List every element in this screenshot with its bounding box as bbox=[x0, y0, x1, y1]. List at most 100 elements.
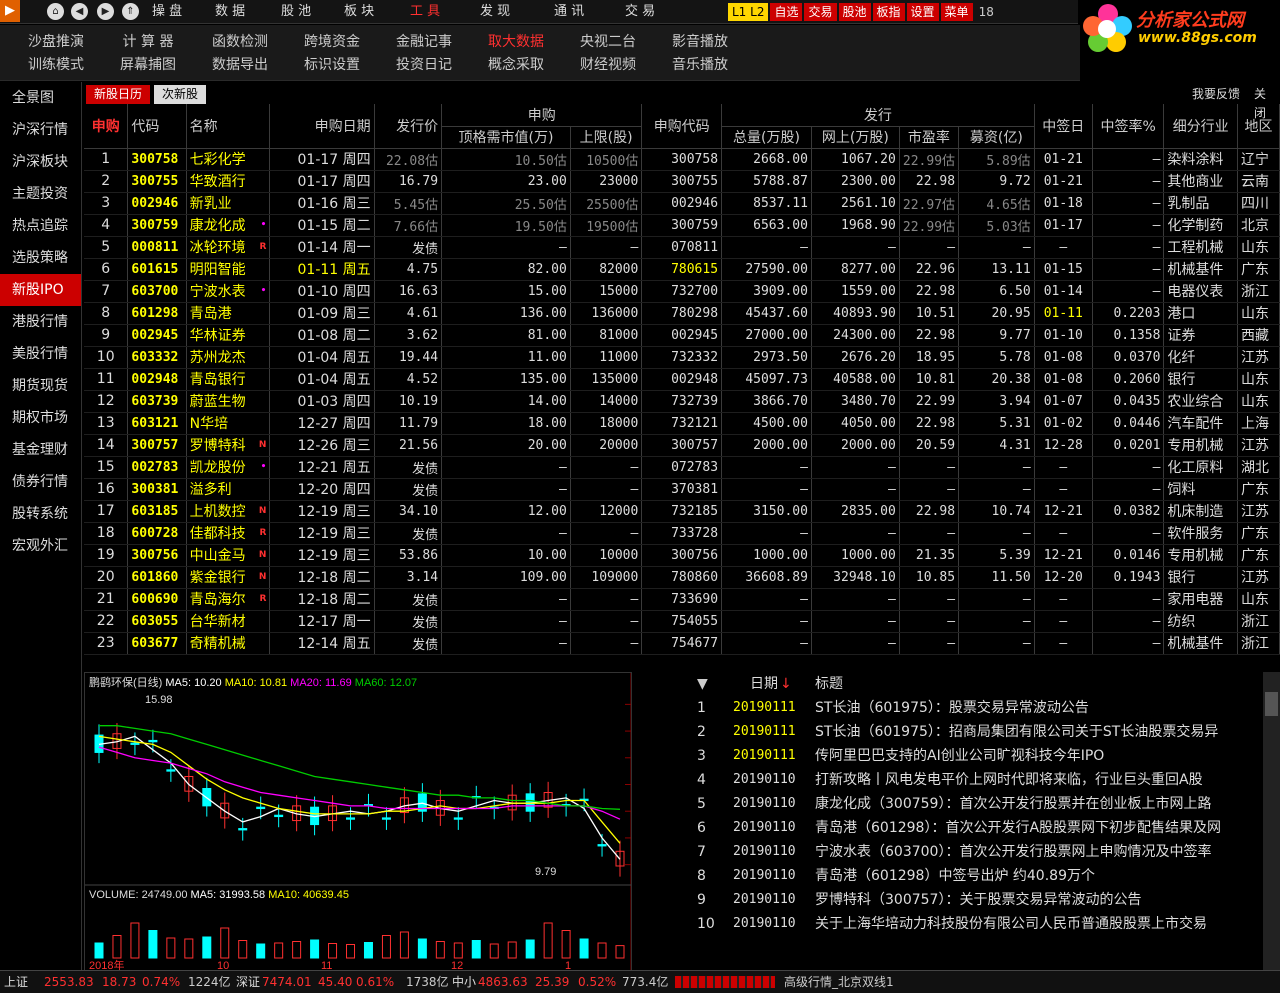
col-name[interactable]: 名称 bbox=[186, 104, 271, 149]
back-icon[interactable]: ◀ bbox=[71, 3, 88, 20]
dropdown-icon[interactable]: ▼ bbox=[697, 672, 708, 696]
table-row[interactable]: 10 603332 苏州龙杰 01-04 周五 19.44 11.00 11000 73233… bbox=[84, 346, 1280, 369]
table-row[interactable]: 13 603121 N华培 12-27 周四 11.79 18.00 18000 732121… bbox=[84, 412, 1280, 435]
tab-watchlist[interactable]: 自选 bbox=[770, 3, 803, 21]
table-row[interactable]: 14 300757 罗博特科 N 12-26 周三 21.56 20.00 20000 3007… bbox=[84, 434, 1280, 457]
tab-stock-pool[interactable]: 股池 bbox=[838, 3, 871, 21]
sort-down-icon[interactable]: ↓ bbox=[780, 672, 792, 696]
sidebar-item-bonds[interactable]: 债券行情 bbox=[0, 466, 81, 498]
menu-discover[interactable]: 发 现 bbox=[480, 0, 510, 24]
scrollbar-thumb[interactable] bbox=[1265, 692, 1278, 716]
news-item[interactable]: 8 20190110 青岛港（601298）中签号出炉 约40.89万个 bbox=[683, 864, 1263, 888]
sidebar-item-neeq[interactable]: 股转系统 bbox=[0, 498, 81, 530]
table-row[interactable]: 16 300381 溢多利 12-20 周四 发债 – –370381– – – – – – 饲料 广东 bbox=[84, 478, 1280, 501]
tool-fetch-data[interactable]: 取大数据 bbox=[476, 31, 556, 54]
news-item[interactable]: 3 20190111 传阿里巴巴支持的AI创业公司旷视科技今年IPO bbox=[683, 744, 1263, 768]
news-col-date[interactable]: 日期 bbox=[750, 672, 778, 696]
feed-label[interactable]: 高级行情_北京双线1 bbox=[784, 971, 894, 993]
sidebar-item-hk[interactable]: 港股行情 bbox=[0, 306, 81, 338]
menu-trading[interactable]: 交 易 bbox=[625, 0, 655, 24]
tool-function-test[interactable]: 函数检测 bbox=[200, 31, 280, 54]
tab-ipo-calendar[interactable]: 新股日历 bbox=[86, 85, 151, 104]
table-row[interactable]: 21 600690 青岛海尔 R 12-18 周二 发债 – –733690– – – – – – 家用电… bbox=[84, 588, 1280, 611]
col-subscribe[interactable]: 申购 bbox=[84, 104, 129, 149]
news-title[interactable]: 关于上海华培动力科技股份有限公司人民币普通股股票上市交易 bbox=[815, 912, 1207, 936]
tab-settings[interactable]: 设置 bbox=[906, 3, 939, 21]
menu-sector[interactable]: 板 块 bbox=[344, 0, 374, 24]
sidebar-item-macro-fx[interactable]: 宏观外汇 bbox=[0, 530, 81, 562]
table-row[interactable]: 20 601860 紫金银行 N 12-18 周二 3.14 109.00 109000 780… bbox=[84, 566, 1280, 589]
col-region[interactable]: 地区 bbox=[1237, 104, 1280, 149]
table-row[interactable]: 7 603700 宁波水表 • 01-10 周四 16.63 15.00 15000 73270… bbox=[84, 280, 1280, 303]
up-icon[interactable]: ⇑ bbox=[122, 3, 139, 20]
tab-l1-l2[interactable]: L1 L2 bbox=[728, 3, 769, 21]
news-item[interactable]: 5 20190110 康龙化成（300759）：首次公开发行股票并在创业板上市网上路 bbox=[683, 792, 1263, 816]
col-pe[interactable]: 市盈率 bbox=[899, 126, 960, 149]
table-row[interactable]: 6 601615 明阳智能 01-11 周五 4.75 82.00 82000 780615 2… bbox=[84, 258, 1280, 281]
col-price[interactable]: 发行价 bbox=[374, 104, 443, 149]
news-item[interactable]: 2 20190111 ST长油（601975）：招商局集团有限公司关于ST长油股票交… bbox=[683, 720, 1263, 744]
tool-mark-settings[interactable]: 标识设置 bbox=[292, 54, 372, 77]
table-row[interactable]: 12 603739 蔚蓝生物 01-03 周四 10.19 14.00 14000 73273… bbox=[84, 390, 1280, 413]
tool-screenshot[interactable]: 屏幕捕图 bbox=[108, 54, 188, 77]
col-industry[interactable]: 细分行业 bbox=[1163, 104, 1238, 149]
menu-stock-pool[interactable]: 股 池 bbox=[281, 0, 311, 24]
news-item[interactable]: 4 20190110 打新攻略丨风电发电平价上网时代即将来临，行业巨头重回A股 bbox=[683, 768, 1263, 792]
col-limit[interactable]: 上限(股) bbox=[570, 126, 643, 149]
table-row[interactable]: 22 603055 台华新材 12-17 周一 发债 – –754055– – – – – – 纺织 浙江 bbox=[84, 610, 1280, 633]
table-row[interactable]: 1 300758 七彩化学 01-17 周四 22.08估 10.50估 10500估 300… bbox=[84, 148, 1280, 171]
tool-cross-border[interactable]: 跨境资金 bbox=[292, 31, 372, 54]
close-link[interactable]: 关闭 bbox=[1246, 85, 1280, 120]
table-row[interactable]: 23 603677 奇精机械 12-14 周五 发债 – –754677– – – – – – 机械基件… bbox=[84, 632, 1280, 655]
sh-label[interactable]: 上证 bbox=[4, 971, 28, 993]
sidebar-item-theme[interactable]: 主题投资 bbox=[0, 178, 81, 210]
menu-tools[interactable]: 工 具 bbox=[410, 0, 440, 24]
table-row[interactable]: 4 300759 康龙化成 • 01-15 周二 7.66估 19.50估 19500估 300… bbox=[84, 214, 1280, 237]
col-online[interactable]: 网上(万股) bbox=[811, 126, 900, 149]
sidebar-item-overview[interactable]: 全景图 bbox=[0, 82, 81, 114]
sidebar-item-hs-quotes[interactable]: 沪深行情 bbox=[0, 114, 81, 146]
news-item[interactable]: 9 20190110 罗博特科（300757）：关于股票交易异常波动的公告 bbox=[683, 888, 1263, 912]
home-icon[interactable]: ⌂ bbox=[47, 3, 64, 20]
news-title[interactable]: 罗博特科（300757）：关于股票交易异常波动的公告 bbox=[815, 888, 1141, 912]
col-date[interactable]: 申购日期 bbox=[269, 104, 375, 149]
sidebar-item-futures[interactable]: 期货现货 bbox=[0, 370, 81, 402]
sidebar-item-hotspot[interactable]: 热点追踪 bbox=[0, 210, 81, 242]
table-row[interactable]: 9 002945 华林证券 01-08 周二 3.62 81.00 81000 002945 2… bbox=[84, 324, 1280, 347]
forward-icon[interactable]: ▶ bbox=[97, 3, 114, 20]
sidebar-item-strategy[interactable]: 选股策略 bbox=[0, 242, 81, 274]
sz-label[interactable]: 深证 bbox=[236, 971, 260, 993]
tool-music-play[interactable]: 音乐播放 bbox=[660, 54, 740, 77]
sidebar-item-funds[interactable]: 基金理财 bbox=[0, 434, 81, 466]
menu-data[interactable]: 数 据 bbox=[215, 0, 245, 24]
news-title[interactable]: 青岛港（601298）：首次公开发行A股股票网下初步配售结果及网 bbox=[815, 816, 1221, 840]
col-market-cap-needed[interactable]: 顶格需市值(万) bbox=[441, 126, 571, 149]
table-row[interactable]: 3 002946 新乳业 01-16 周三 5.45估 25.50估 25500估 00294… bbox=[84, 192, 1280, 215]
news-title[interactable]: 青岛港（601298）中签号出炉 约40.89万个 bbox=[815, 864, 1095, 888]
menu-communication[interactable]: 通 讯 bbox=[554, 0, 584, 24]
col-code[interactable]: 代码 bbox=[127, 104, 187, 149]
tool-calculator[interactable]: 计 算 器 bbox=[108, 31, 188, 54]
sidebar-item-ipo[interactable]: 新股IPO bbox=[0, 274, 81, 306]
table-row[interactable]: 18 600728 佳都科技 R 12-19 周三 发债 – –733728– – – – – – 软件服… bbox=[84, 522, 1280, 545]
news-title[interactable]: 康龙化成（300759）：首次公开发行股票并在创业板上市网上路 bbox=[815, 792, 1211, 816]
tab-index[interactable]: 板指 bbox=[872, 3, 905, 21]
col-sub-code[interactable]: 申购代码 bbox=[641, 104, 723, 149]
tool-data-export[interactable]: 数据导出 bbox=[200, 54, 280, 77]
table-row[interactable]: 8 601298 青岛港 01-09 周三 4.61 136.00 136000 780298… bbox=[84, 302, 1280, 325]
col-lottery-date[interactable]: 中签日 bbox=[1034, 104, 1093, 149]
tab-menu[interactable]: 菜单 bbox=[940, 3, 973, 21]
table-row[interactable]: 17 603185 上机数控 N 12-19 周三 34.10 12.00 12000 7321… bbox=[84, 500, 1280, 523]
news-title[interactable]: 宁波水表（603700）：首次公开发行股票网上申购情况及中签率 bbox=[815, 840, 1211, 864]
col-total[interactable]: 总量(万股) bbox=[721, 126, 812, 149]
tool-finance-notes[interactable]: 金融记事 bbox=[384, 31, 464, 54]
table-row[interactable]: 2 300755 华致酒行 01-17 周四 16.79 23.00 23000 300755… bbox=[84, 170, 1280, 193]
zx-label[interactable]: 中小 bbox=[452, 971, 476, 993]
news-title[interactable]: ST长油（601975）：招商局集团有限公司关于ST长油股票交易异 bbox=[815, 720, 1218, 744]
menu-trade-operation[interactable]: 操 盘 bbox=[152, 0, 182, 24]
sidebar-item-options[interactable]: 期权市场 bbox=[0, 402, 81, 434]
news-title[interactable]: 传阿里巴巴支持的AI创业公司旷视科技今年IPO bbox=[815, 744, 1104, 768]
news-title[interactable]: 打新攻略丨风电发电平价上网时代即将来临，行业巨头重回A股 bbox=[815, 768, 1203, 792]
news-item[interactable]: 10 20190110 关于上海华培动力科技股份有限公司人民币普通股股票上市交易 bbox=[683, 912, 1263, 936]
kline-chart[interactable]: 16.0015.0014.0013.0012.0011.0010.0015.98… bbox=[84, 672, 677, 972]
